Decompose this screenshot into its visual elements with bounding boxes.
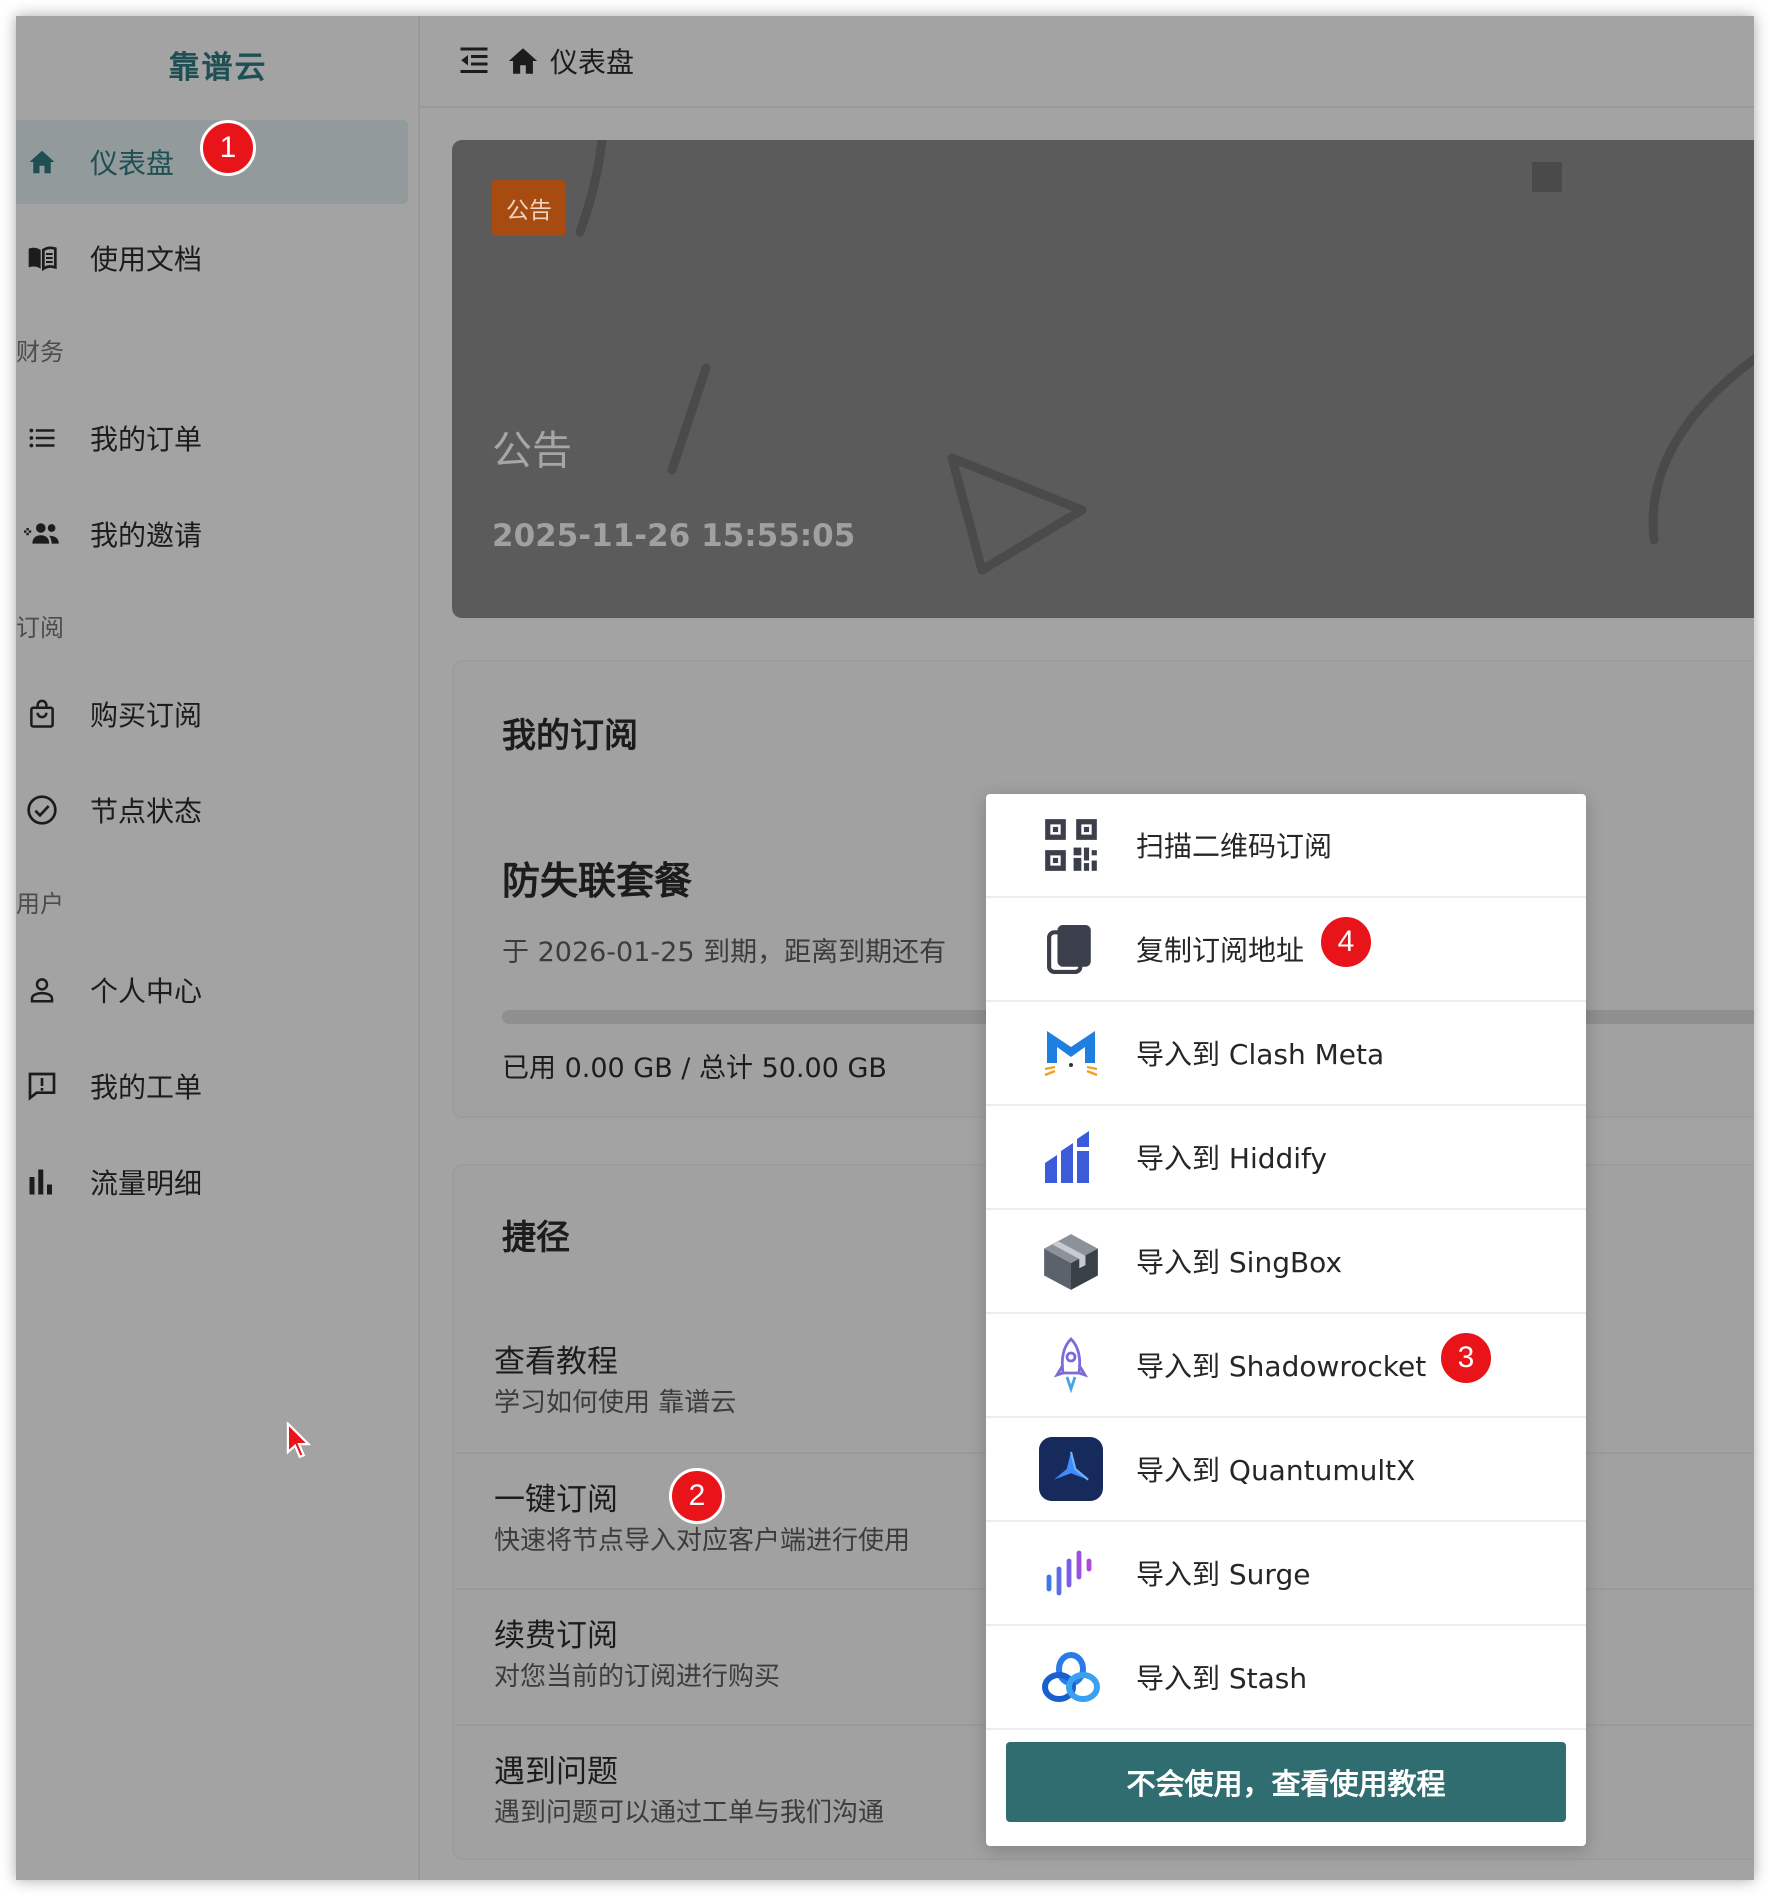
shortcut-title: 遇到问题 [494,1754,618,1790]
section-subscription: 订阅 [16,614,64,642]
step-marker-1: 1 [200,120,256,176]
notice-time: 2025-11-26 15:55:05 [492,518,856,554]
announcement-card[interactable]: 公告 公告 2025-11-26 15:55:05 [452,140,1754,618]
section-user: 用户 [16,890,64,918]
step-marker-3: 3 [1438,1330,1494,1386]
menu-item-label: 导入到 Clash Meta [1136,1038,1385,1071]
menu-item-surge[interactable]: 导入到 Surge [986,1522,1586,1626]
book-icon [20,236,64,280]
breadcrumb: 仪表盘 [550,46,635,79]
shortcuts-title: 捷径 [502,1218,570,1258]
shopping-bag-icon [20,692,64,736]
shadowrocket-icon [1038,1332,1104,1398]
menu-item-label: 导入到 QuantumultX [1136,1454,1416,1487]
sidebar-item-label: 我的订单 [90,423,203,456]
user-plus-icon [20,512,64,556]
home-icon [20,140,64,184]
menu-item-singbox[interactable]: 导入到 SingBox [986,1210,1586,1314]
singbox-icon [1038,1228,1104,1294]
plan-name: 防失联套餐 [502,859,693,903]
check-circle-icon [20,788,64,832]
menu-item-quantumultx[interactable]: 导入到 QuantumultX [986,1418,1586,1522]
stash-icon [1038,1644,1104,1710]
user-icon [20,968,64,1012]
menu-item-shadowrocket[interactable]: 导入到 Shadowrocket [986,1314,1586,1418]
shortcut-desc: 快速将节点导入对应客户端进行使用 [494,1526,911,1556]
brand-logo[interactable]: 靠谱云 [16,42,420,87]
sidebar-item-docs[interactable]: 使用文档 [16,216,408,300]
shortcut-desc: 对您当前的订阅进行购买 [494,1662,781,1692]
shortcut-title: 一键订阅 [494,1482,618,1518]
sidebar-item-label: 仪表盘 [90,147,175,180]
section-finance: 财务 [16,338,64,366]
menu-item-label: 导入到 Surge [1136,1558,1311,1591]
usage-text: 已用 0.00 GB / 总计 50.00 GB [502,1053,887,1084]
list-icon [20,416,64,460]
shortcut-desc: 遇到问题可以通过工单与我们沟通 [494,1798,885,1828]
sidebar-item-orders[interactable]: 我的订单 [16,396,408,480]
collapse-menu-icon[interactable] [456,43,492,79]
menu-item-hiddify[interactable]: 导入到 Hiddify [986,1106,1586,1210]
surge-icon [1038,1540,1104,1606]
shortcut-title: 查看教程 [494,1344,618,1380]
expire-text: 于 2026-01-25 到期，距离到期还有 [502,937,947,968]
menu-item-label: 导入到 SingBox [1136,1246,1343,1279]
subscription-title: 我的订阅 [502,716,638,756]
step-marker-2: 2 [669,1468,725,1524]
notice-title: 公告 [492,428,572,474]
shortcut-title: 续费订阅 [494,1618,618,1654]
menu-item-clash-meta[interactable]: 导入到 Clash Meta [986,1002,1586,1106]
sidebar: 靠谱云 仪表盘 使用文档 财务 我的订单 我的邀请 订阅 购买订阅 节点状态 用… [16,16,420,1880]
menu-item-label: 导入到 Stash [1136,1662,1308,1695]
hiddify-icon [1038,1124,1104,1190]
sidebar-item-label: 节点状态 [90,795,203,828]
top-bar: 仪表盘 [420,16,1754,108]
sidebar-item-profile[interactable]: 个人中心 [16,948,408,1032]
quantumultx-icon [1038,1436,1104,1502]
qr-code-icon [1038,812,1104,878]
menu-item-stash[interactable]: 导入到 Stash [986,1626,1586,1730]
sidebar-item-node-status[interactable]: 节点状态 [16,768,408,852]
subscribe-popup-menu: 扫描二维码订阅 复制订阅地址 导入到 Clash Meta 导入到 Hiddif… [986,794,1586,1846]
menu-item-scan-qr[interactable]: 扫描二维码订阅 [986,794,1586,898]
sidebar-item-traffic[interactable]: 流量明细 [16,1140,408,1224]
mouse-cursor-icon [286,1422,312,1459]
shortcut-desc: 学习如何使用 靠谱云 [494,1388,737,1418]
menu-item-label: 复制订阅地址 [1136,934,1305,967]
menu-item-label: 导入到 Shadowrocket [1136,1350,1427,1383]
message-alert-icon [20,1064,64,1108]
clash-meta-icon [1038,1020,1104,1086]
app-window: 靠谱云 仪表盘 使用文档 财务 我的订单 我的邀请 订阅 购买订阅 节点状态 用… [16,16,1754,1880]
menu-item-copy-url[interactable]: 复制订阅地址 [986,898,1586,1002]
sidebar-item-label: 使用文档 [90,243,203,276]
home-icon [506,44,540,78]
sidebar-item-label: 我的工单 [90,1071,203,1104]
sidebar-item-invites[interactable]: 我的邀请 [16,492,408,576]
copy-icon [1038,916,1104,982]
menu-item-label: 导入到 Hiddify [1136,1142,1327,1175]
bar-chart-icon [20,1160,64,1204]
menu-item-label: 扫描二维码订阅 [1136,830,1333,863]
sidebar-item-label: 购买订阅 [90,699,203,732]
sidebar-item-label: 我的邀请 [90,519,203,552]
sidebar-item-tickets[interactable]: 我的工单 [16,1044,408,1128]
sidebar-item-label: 个人中心 [90,975,203,1008]
view-tutorial-button[interactable]: 不会使用，查看使用教程 [1006,1742,1566,1822]
notice-tag: 公告 [492,180,566,236]
step-marker-4: 4 [1318,914,1374,970]
sidebar-item-buy[interactable]: 购买订阅 [16,672,408,756]
sidebar-item-label: 流量明细 [90,1167,203,1200]
